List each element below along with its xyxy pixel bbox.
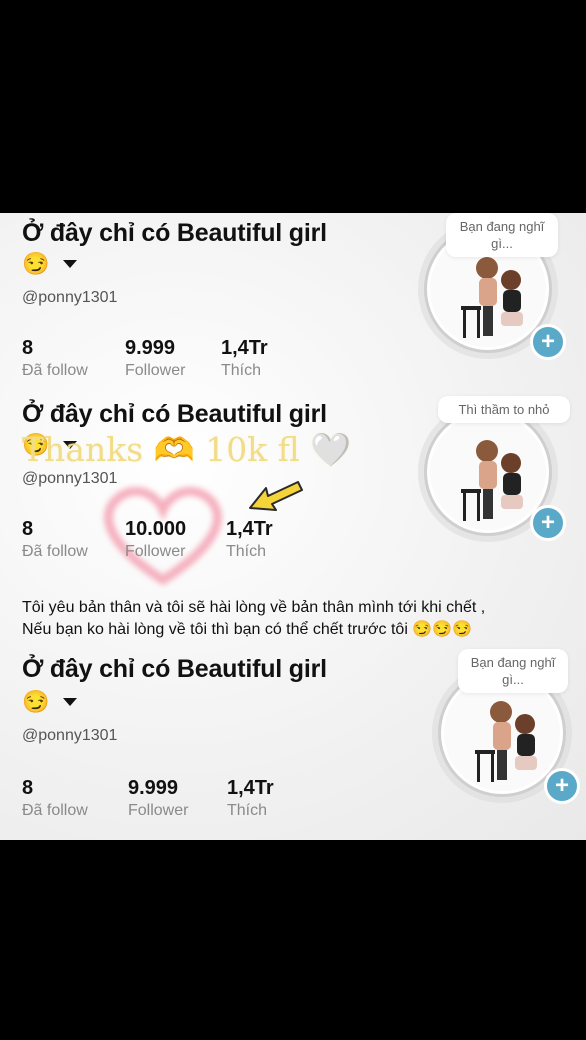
follow-plus-button[interactable]: + — [530, 505, 566, 541]
stat-followers[interactable]: 9.999 Follower — [125, 337, 185, 380]
stat-number: 1,4Tr — [227, 777, 274, 799]
stat-followers[interactable]: 9.999 Follower — [128, 777, 188, 820]
stat-following[interactable]: 8 Đã follow — [22, 337, 88, 380]
stat-number: 8 — [22, 777, 34, 799]
stat-number: 10.000 — [125, 518, 187, 540]
stat-number: 8 — [22, 337, 34, 359]
stat-number: 1,4Tr — [226, 518, 273, 540]
stat-label: Follower — [128, 802, 189, 819]
note-bubble[interactable]: Bạn đang nghĩ gì... — [446, 213, 558, 257]
stat-label: Follower — [125, 362, 186, 379]
emoji-row: 😏 — [22, 689, 78, 715]
stat-label: Thích — [221, 362, 262, 379]
stat-label: Đã follow — [22, 543, 88, 560]
arrow-left-icon — [249, 481, 303, 511]
note-bubble[interactable]: Thì thầm to nhỏ — [438, 396, 570, 423]
smirk-emoji: 😏 — [22, 689, 50, 714]
bio-line-2: Nếu bạn ko hài lòng về tôi thì bạn có th… — [22, 621, 473, 638]
smirk-emoji: 😏 — [22, 251, 50, 276]
stat-label: Follower — [125, 543, 186, 560]
stat-number: 1,4Tr — [221, 337, 268, 359]
stat-followers[interactable]: 10.000 Follower — [125, 518, 186, 561]
profile-handle: @ponny1301 — [22, 727, 118, 744]
stat-number: 9.999 — [128, 777, 179, 799]
emoji-row: 😏 — [22, 251, 78, 277]
stat-following[interactable]: 8 Đã follow — [22, 518, 88, 561]
stat-likes[interactable]: 1,4Tr Thích — [227, 777, 274, 820]
stat-number: 9.999 — [125, 337, 176, 359]
bio-line-1: Tôi yêu bản thân và tôi sẽ hài lòng về b… — [22, 599, 486, 616]
stat-label: Thích — [227, 802, 268, 819]
stat-label: Đã follow — [22, 802, 88, 819]
video-frame: Ở đây chỉ có Beautiful girl 😏 @ponny1301… — [0, 213, 586, 840]
follow-plus-button[interactable]: + — [530, 324, 566, 360]
profile-handle: @ponny1301 — [22, 289, 118, 306]
profile-title: Ở đây chỉ có Beautiful girl — [22, 655, 327, 683]
chevron-down-icon[interactable] — [63, 260, 78, 268]
stat-label: Thích — [226, 543, 267, 560]
stat-likes[interactable]: 1,4Tr Thích — [226, 518, 273, 561]
bio-text: Tôi yêu bản thân và tôi sẽ hài lòng về b… — [22, 597, 582, 641]
note-bubble[interactable]: Bạn đang nghĩ gì... — [458, 649, 568, 693]
profile-title: Ở đây chỉ có Beautiful girl — [22, 219, 327, 247]
follow-plus-button[interactable]: + — [544, 768, 580, 804]
stat-label: Đã follow — [22, 362, 88, 379]
profile-title: Ở đây chỉ có Beautiful girl — [22, 400, 327, 428]
stat-following[interactable]: 8 Đã follow — [22, 777, 88, 820]
thanks-overlay-text: Thanks 🫶 10k fl 🤍 — [22, 430, 352, 469]
stat-number: 8 — [22, 518, 34, 540]
chevron-down-icon[interactable] — [63, 698, 78, 706]
stat-likes[interactable]: 1,4Tr Thích — [221, 337, 268, 380]
